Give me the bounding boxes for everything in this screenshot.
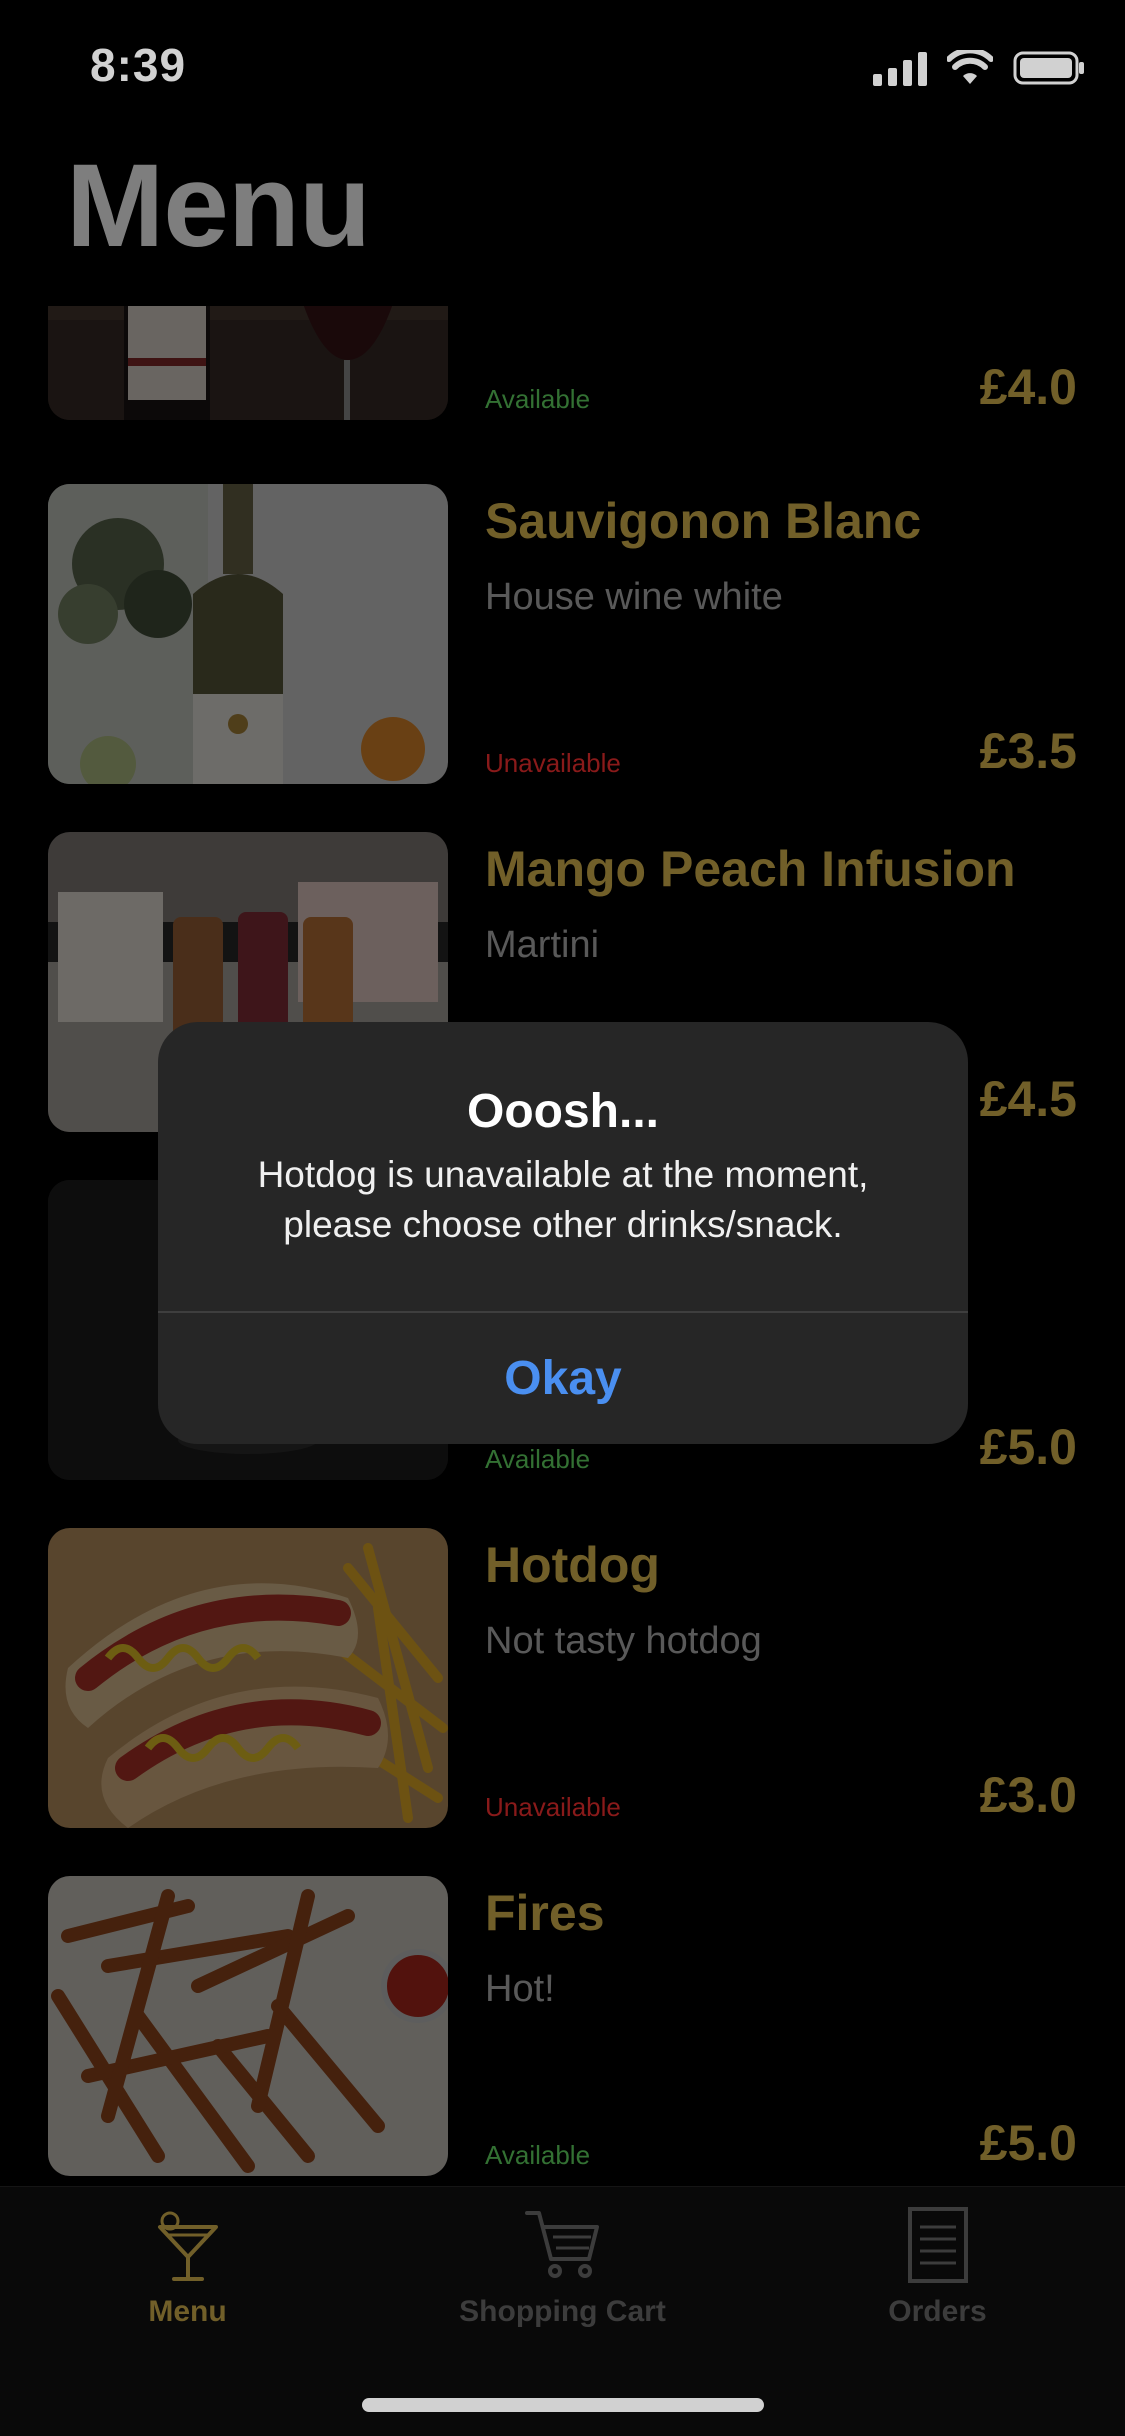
okay-button[interactable]: Okay — [158, 1313, 968, 1444]
menu-screen: 8:39 Menu Available £4.0 Sauvigonon Blan… — [0, 0, 1125, 2436]
alert-message: Hotdog is unavailable at the moment, ple… — [257, 1154, 869, 1245]
alert-title: Ooosh... — [467, 1085, 659, 1138]
unavailable-alert: Ooosh... Hotdog is unavailable at the mo… — [158, 1022, 968, 1444]
